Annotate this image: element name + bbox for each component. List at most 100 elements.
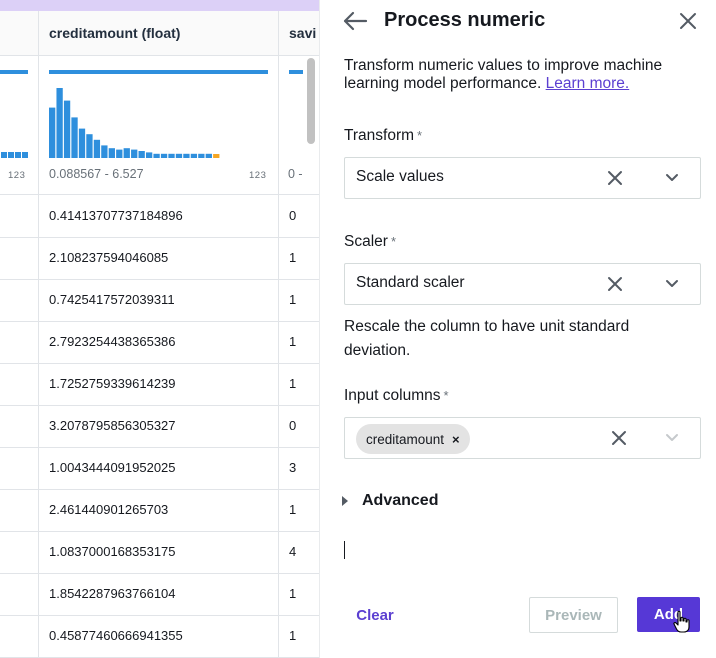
scaler-label: Scaler *	[344, 233, 396, 250]
histogram-bar	[63, 100, 71, 158]
column-header-savings[interactable]: savi	[289, 25, 316, 41]
column-summary	[0, 56, 319, 195]
histogram-bar-missing	[213, 154, 220, 158]
prev-column-bar	[22, 152, 28, 158]
column-topbar	[49, 70, 268, 74]
type-tag-prev: 123	[8, 170, 26, 181]
panel-title: Process numeric	[384, 9, 546, 31]
histogram-bar	[56, 88, 63, 158]
cell-savings[interactable]: 1	[289, 586, 296, 601]
table-row: 3.2078795856305327 0	[0, 405, 319, 448]
table-row: 1.0043444091952025 3	[0, 447, 319, 490]
histogram-bar	[93, 139, 101, 158]
histogram-bar	[49, 107, 56, 158]
data-grid: creditamount (float) savi 123 0.088567 -…	[0, 0, 319, 658]
cell-creditamount[interactable]: 2.461440901265703	[49, 502, 168, 517]
cell-creditamount[interactable]: 1.8542287963766104	[49, 586, 176, 601]
histogram-bar	[138, 151, 145, 158]
prev-column-bar	[1, 152, 7, 158]
transform-label: Transform *	[344, 127, 423, 144]
process-numeric-panel: Process numeric Transform numeric values…	[319, 0, 716, 658]
cell-savings[interactable]: 1	[289, 334, 296, 349]
cell-savings[interactable]: 0	[289, 208, 296, 223]
text-cursor	[344, 541, 345, 559]
cell-savings[interactable]: 1	[289, 376, 296, 391]
cell-savings[interactable]: 1	[289, 292, 296, 307]
input-columns-label: Input columns *	[344, 387, 449, 404]
cell-savings[interactable]: 1	[289, 250, 296, 265]
cell-savings[interactable]: 1	[289, 628, 296, 643]
range-label-savings: 0 -	[288, 167, 303, 181]
caret-right-icon	[342, 496, 348, 506]
histogram-bar	[205, 153, 212, 158]
panel-description: Transform numeric values to improve mach…	[344, 57, 663, 92]
histogram-bar	[198, 153, 205, 158]
cell-creditamount[interactable]: 2.108237594046085	[49, 250, 168, 265]
histogram-bar	[183, 153, 190, 158]
column-chip: creditamount ×	[356, 424, 470, 454]
clear-button[interactable]: Clear	[344, 597, 406, 633]
table-row: 0.7425417572039311 1	[0, 279, 319, 322]
chevron-down-icon[interactable]	[665, 171, 679, 185]
scrollbar-thumb[interactable]	[307, 58, 315, 144]
histogram-bar	[86, 134, 93, 158]
histogram-bar	[71, 117, 78, 158]
cell-creditamount[interactable]: 2.7923254438365386	[49, 334, 176, 349]
scaler-select[interactable]: Standard scaler	[344, 263, 701, 305]
cell-creditamount[interactable]: 3.2078795856305327	[49, 418, 176, 433]
cell-savings[interactable]: 4	[289, 544, 296, 559]
histogram-bar	[168, 153, 175, 158]
preview-button[interactable]: Preview	[529, 597, 618, 633]
histogram-bar	[101, 145, 108, 158]
cell-savings[interactable]: 3	[289, 460, 296, 475]
input-columns-select[interactable]: creditamount ×	[344, 417, 701, 459]
histogram-bar	[108, 148, 115, 158]
cell-savings[interactable]: 1	[289, 502, 296, 517]
scaler-hint: Rescale the column to have unit standard…	[344, 318, 630, 359]
transform-select[interactable]: Scale values	[344, 157, 701, 199]
table-row: 2.108237594046085 1	[0, 237, 319, 280]
cell-savings[interactable]: 0	[289, 418, 296, 433]
advanced-label: Advanced	[362, 492, 439, 509]
chevron-down-icon[interactable]	[665, 277, 679, 291]
chevron-down-icon[interactable]	[665, 431, 679, 445]
histogram-chart	[0, 70, 303, 158]
histogram-bar	[153, 153, 160, 158]
histogram-bar	[190, 153, 198, 158]
grid-top-strip	[0, 0, 319, 11]
table-row: 1.7252759339614239 1	[0, 363, 319, 406]
clear-icon[interactable]	[606, 169, 624, 187]
histogram-bar	[131, 149, 138, 158]
clear-icon[interactable]	[606, 275, 624, 293]
scaler-value: Standard scaler	[356, 274, 465, 291]
cell-creditamount[interactable]: 1.0837000168353175	[49, 544, 176, 559]
cell-creditamount[interactable]: 0.41413707737184896	[49, 208, 183, 223]
prev-column-bar	[8, 152, 14, 158]
hand-cursor-icon	[673, 610, 690, 633]
table-row: 0.41413707737184896 0	[0, 195, 319, 238]
cell-creditamount[interactable]: 0.45877460666941355	[49, 628, 183, 643]
transform-value: Scale values	[356, 168, 444, 185]
next-column-topbar	[289, 70, 303, 74]
arrow-left-icon[interactable]	[342, 10, 368, 32]
histogram-bar	[78, 128, 86, 158]
advanced-toggle[interactable]: Advanced	[342, 490, 438, 512]
range-label: 0.088567 - 6.527	[49, 167, 144, 181]
histogram-bar	[116, 149, 123, 158]
type-tag: 123	[249, 170, 267, 181]
learn-more-link[interactable]: Learn more.	[546, 75, 630, 92]
histogram-bar	[123, 148, 130, 158]
table-row: 2.7923254438365386 1	[0, 321, 319, 364]
table-row: 2.461440901265703 1	[0, 489, 319, 532]
cell-creditamount[interactable]: 0.7425417572039311	[49, 292, 175, 307]
table-row: 1.0837000168353175 4	[0, 531, 319, 574]
table-row: 1.8542287963766104 1	[0, 573, 319, 616]
column-header-creditamount[interactable]: creditamount (float)	[49, 25, 180, 41]
cell-creditamount[interactable]: 1.7252759339614239	[49, 376, 176, 391]
cell-creditamount[interactable]: 1.0043444091952025	[49, 460, 176, 475]
histogram-bar	[175, 153, 183, 158]
clear-icon[interactable]	[610, 429, 628, 447]
chip-remove-icon[interactable]: ×	[452, 433, 460, 446]
prev-column-bar	[15, 152, 21, 158]
close-icon[interactable]	[679, 12, 697, 30]
